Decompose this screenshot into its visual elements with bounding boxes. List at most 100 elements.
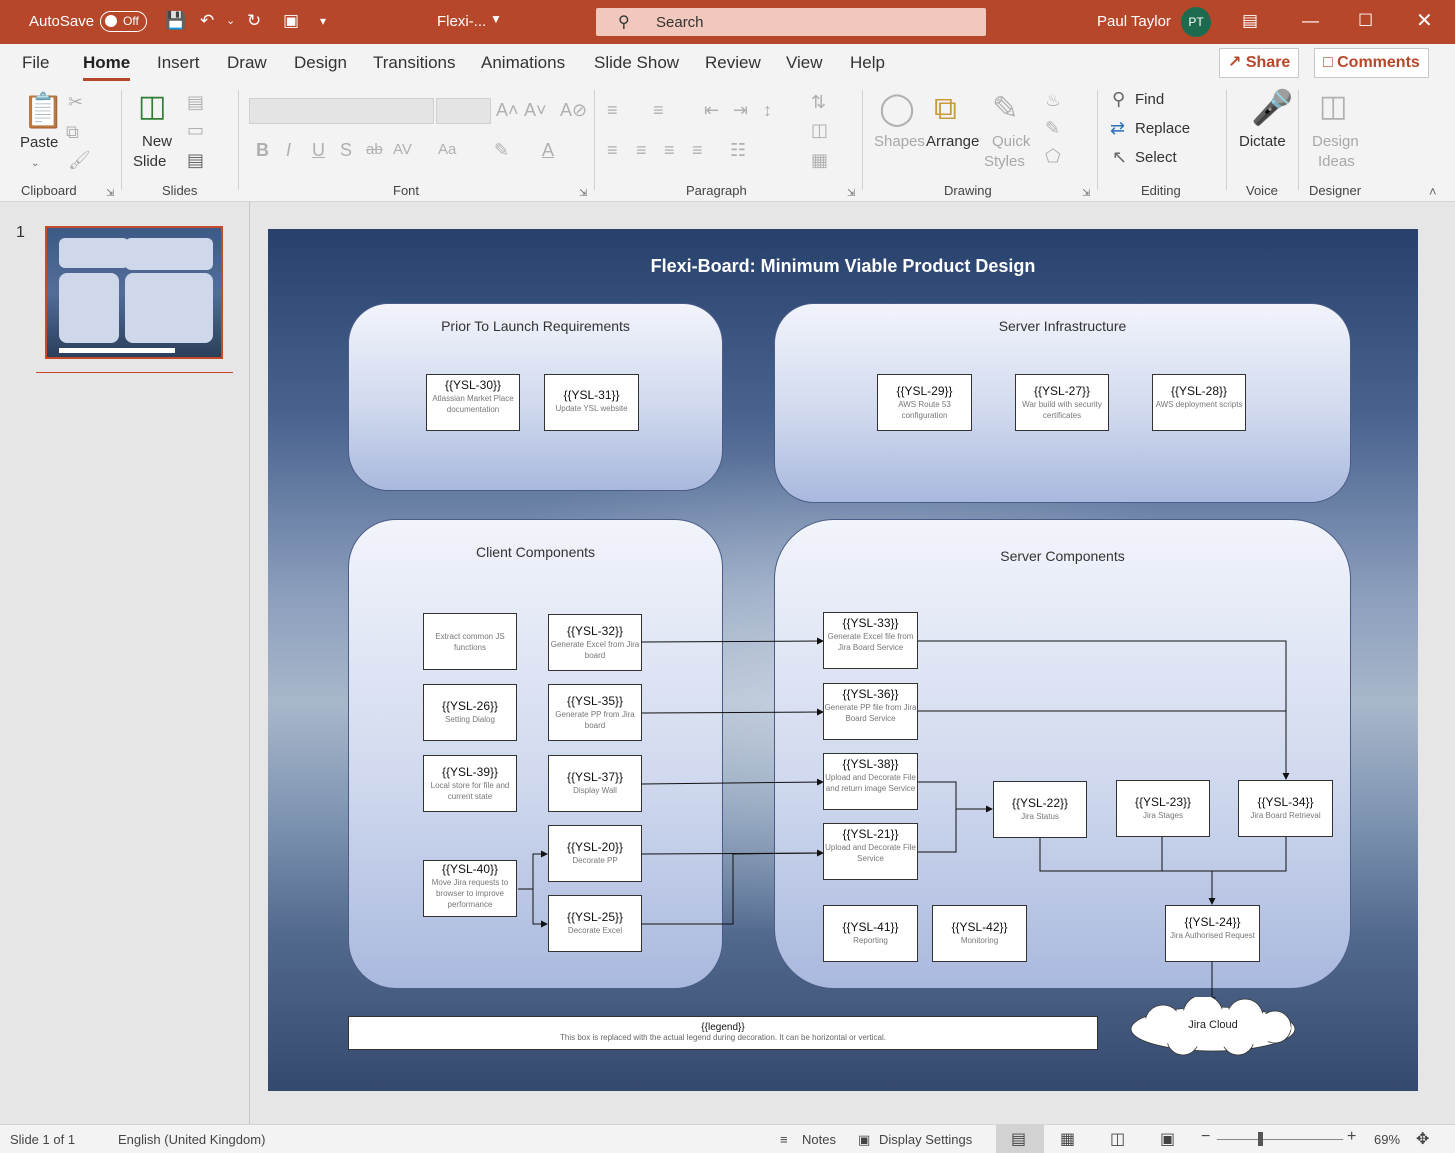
microphone-icon[interactable]: 🎤	[1251, 88, 1293, 128]
line-spacing-icon[interactable]: ↕	[763, 100, 772, 120]
slide[interactable]: Flexi-Board: Minimum Viable Product Desi…	[268, 229, 1418, 1091]
char-spacing-icon[interactable]: AV	[393, 140, 412, 160]
font-size-select[interactable]	[436, 98, 491, 124]
paste-dropdown-icon[interactable]: ⌄	[31, 154, 39, 174]
underline-icon[interactable]: U	[312, 140, 325, 160]
slide-thumbnail[interactable]	[45, 226, 223, 359]
task-box-ysl21[interactable]: {{YSL-21}} Upload and Decorate File Servi…	[823, 823, 918, 880]
align-text-icon[interactable]: ◫	[811, 120, 828, 140]
comments-button[interactable]: □ Comments	[1314, 48, 1429, 78]
task-box-ysl35[interactable]: {{YSL-35}} Generate PP from Jira board	[548, 684, 642, 741]
ribbon-display-icon[interactable]: ▤	[1242, 10, 1258, 32]
quick-styles-label-1[interactable]: Quick	[992, 133, 1030, 150]
avatar[interactable]: PT	[1181, 7, 1211, 37]
tab-insert[interactable]: Insert	[157, 53, 200, 73]
replace-icon[interactable]: ⇄	[1110, 118, 1125, 138]
tab-home[interactable]: Home	[83, 53, 131, 81]
display-settings-button[interactable]: Display Settings	[879, 1132, 972, 1147]
find-icon[interactable]: ⚲	[1112, 89, 1125, 109]
clear-formatting-icon[interactable]: A⊘	[560, 100, 587, 120]
tab-view[interactable]: View	[786, 53, 823, 73]
highlight-icon[interactable]: ✎	[494, 140, 509, 160]
paragraph-launcher-icon[interactable]: ⇲	[847, 184, 855, 204]
design-ideas-label-1[interactable]: Design	[1312, 133, 1359, 150]
design-ideas-label-2[interactable]: Ideas	[1318, 153, 1355, 170]
dictate-button[interactable]: Dictate	[1239, 133, 1286, 150]
search-input[interactable]: Search	[656, 14, 704, 31]
select-button[interactable]: Select	[1135, 149, 1177, 166]
align-left-icon[interactable]: ≡	[607, 140, 618, 160]
smartart-icon[interactable]: ▦	[811, 150, 828, 170]
task-box-ysl33[interactable]: {{YSL-33}} Generate Excel file from Jira …	[823, 612, 918, 669]
numbering-icon[interactable]: ≡	[653, 100, 664, 120]
shape-effects-icon[interactable]: ⬠	[1045, 146, 1061, 166]
user-name[interactable]: Paul Taylor	[1097, 13, 1171, 30]
format-painter-icon[interactable]: 🖌	[68, 150, 91, 170]
strikethrough-icon[interactable]: ab	[366, 140, 383, 160]
font-launcher-icon[interactable]: ⇲	[579, 184, 587, 204]
task-box-ysl28[interactable]: {{YSL-28}} AWS deployment scripts	[1152, 374, 1246, 431]
task-box-ysl37[interactable]: {{YSL-37}} Display Wall	[548, 755, 642, 812]
clipboard-launcher-icon[interactable]: ⇲	[106, 184, 114, 204]
task-box-ysl40[interactable]: {{YSL-40}} Move Jira requests to browser …	[423, 860, 517, 917]
task-box-ysl24[interactable]: {{YSL-24}} Jira Authorised Request	[1165, 905, 1260, 962]
minimize-icon[interactable]: —	[1302, 10, 1319, 32]
tab-design[interactable]: Design	[294, 53, 347, 73]
task-box-ysl36[interactable]: {{YSL-36}} Generate PP file from Jira Boa…	[823, 683, 918, 740]
task-box-ysl23[interactable]: {{YSL-23}} Jira Stages	[1116, 780, 1210, 837]
slideshow-view-icon[interactable]: ▣	[1160, 1129, 1175, 1149]
tab-draw[interactable]: Draw	[227, 53, 267, 73]
new-slide-label-1[interactable]: New	[142, 133, 172, 150]
quick-styles-label-2[interactable]: Styles	[984, 153, 1025, 170]
arrange-icon[interactable]: ⧉	[934, 90, 957, 126]
tab-review[interactable]: Review	[705, 53, 761, 73]
font-color-icon[interactable]: A	[542, 140, 554, 160]
legend-box[interactable]: {{legend}} This box is replaced with the…	[348, 1016, 1098, 1050]
shape-fill-icon[interactable]: ♨	[1045, 90, 1061, 110]
undo-dropdown-icon[interactable]: ⌄	[226, 10, 235, 32]
zoom-slider-thumb[interactable]	[1258, 1132, 1263, 1146]
tab-transitions[interactable]: Transitions	[373, 53, 456, 73]
present-icon[interactable]: ▣	[283, 10, 299, 32]
task-box-ysl25[interactable]: {{YSL-25}} Decorate Excel	[548, 895, 642, 952]
reset-icon[interactable]: ▭	[187, 120, 204, 140]
paste-icon[interactable]: 📋	[22, 92, 64, 130]
shapes-button[interactable]: Shapes	[874, 133, 925, 150]
select-icon[interactable]: ↖	[1112, 147, 1127, 167]
tab-animations[interactable]: Animations	[481, 53, 565, 73]
zoom-slider-track[interactable]	[1217, 1139, 1343, 1140]
notes-button[interactable]: Notes	[802, 1132, 836, 1147]
jira-cloud-shape[interactable]: Jira Cloud	[1123, 997, 1303, 1057]
task-box-ysl27[interactable]: {{YSL-27}} War build with security certif…	[1015, 374, 1109, 431]
task-box-extract-js[interactable]: Extract common JS functions	[423, 613, 517, 670]
replace-button[interactable]: Replace	[1135, 120, 1190, 137]
zoom-out-icon[interactable]: −	[1201, 1128, 1210, 1146]
close-icon[interactable]: ✕	[1416, 10, 1433, 32]
design-ideas-icon[interactable]: ◫	[1319, 90, 1347, 124]
find-button[interactable]: Find	[1135, 91, 1164, 108]
tab-file[interactable]: File	[22, 53, 49, 73]
bullets-icon[interactable]: ≡	[607, 100, 618, 120]
customize-toolbar-icon[interactable]: ▾	[320, 10, 326, 32]
quick-styles-icon[interactable]: ✎	[992, 90, 1019, 126]
collapse-ribbon-icon[interactable]: ˄	[1429, 182, 1437, 202]
document-title[interactable]: Flexi-...	[437, 13, 486, 30]
text-direction-icon[interactable]: ⇅	[811, 92, 826, 112]
zoom-level[interactable]: 69%	[1374, 1132, 1400, 1147]
normal-view-icon[interactable]: ▤	[1011, 1129, 1026, 1149]
section-icon[interactable]: ▤	[187, 150, 204, 170]
new-slide-label-2[interactable]: Slide	[133, 153, 166, 170]
task-box-ysl20[interactable]: {{YSL-20}} Decorate PP	[548, 825, 642, 882]
change-case-icon[interactable]: Aa	[438, 140, 456, 160]
task-box-ysl32[interactable]: {{YSL-32}} Generate Excel from Jira board	[548, 614, 642, 671]
cut-icon[interactable]: ✂	[68, 92, 83, 112]
autosave-toggle[interactable]: Off	[100, 11, 147, 32]
drawing-launcher-icon[interactable]: ⇲	[1082, 184, 1090, 204]
zoom-in-icon[interactable]: +	[1347, 1128, 1356, 1146]
task-box-ysl42[interactable]: {{YSL-42}} Monitoring	[932, 905, 1027, 962]
save-icon[interactable]: 💾	[165, 10, 186, 32]
paste-button[interactable]: Paste	[20, 134, 58, 151]
task-box-ysl29[interactable]: {{YSL-29}} AWS Route 53 configuration	[877, 374, 972, 431]
task-box-ysl34[interactable]: {{YSL-34}} Jira Board Retrieval	[1238, 780, 1333, 837]
increase-indent-icon[interactable]: ⇥	[733, 100, 748, 120]
